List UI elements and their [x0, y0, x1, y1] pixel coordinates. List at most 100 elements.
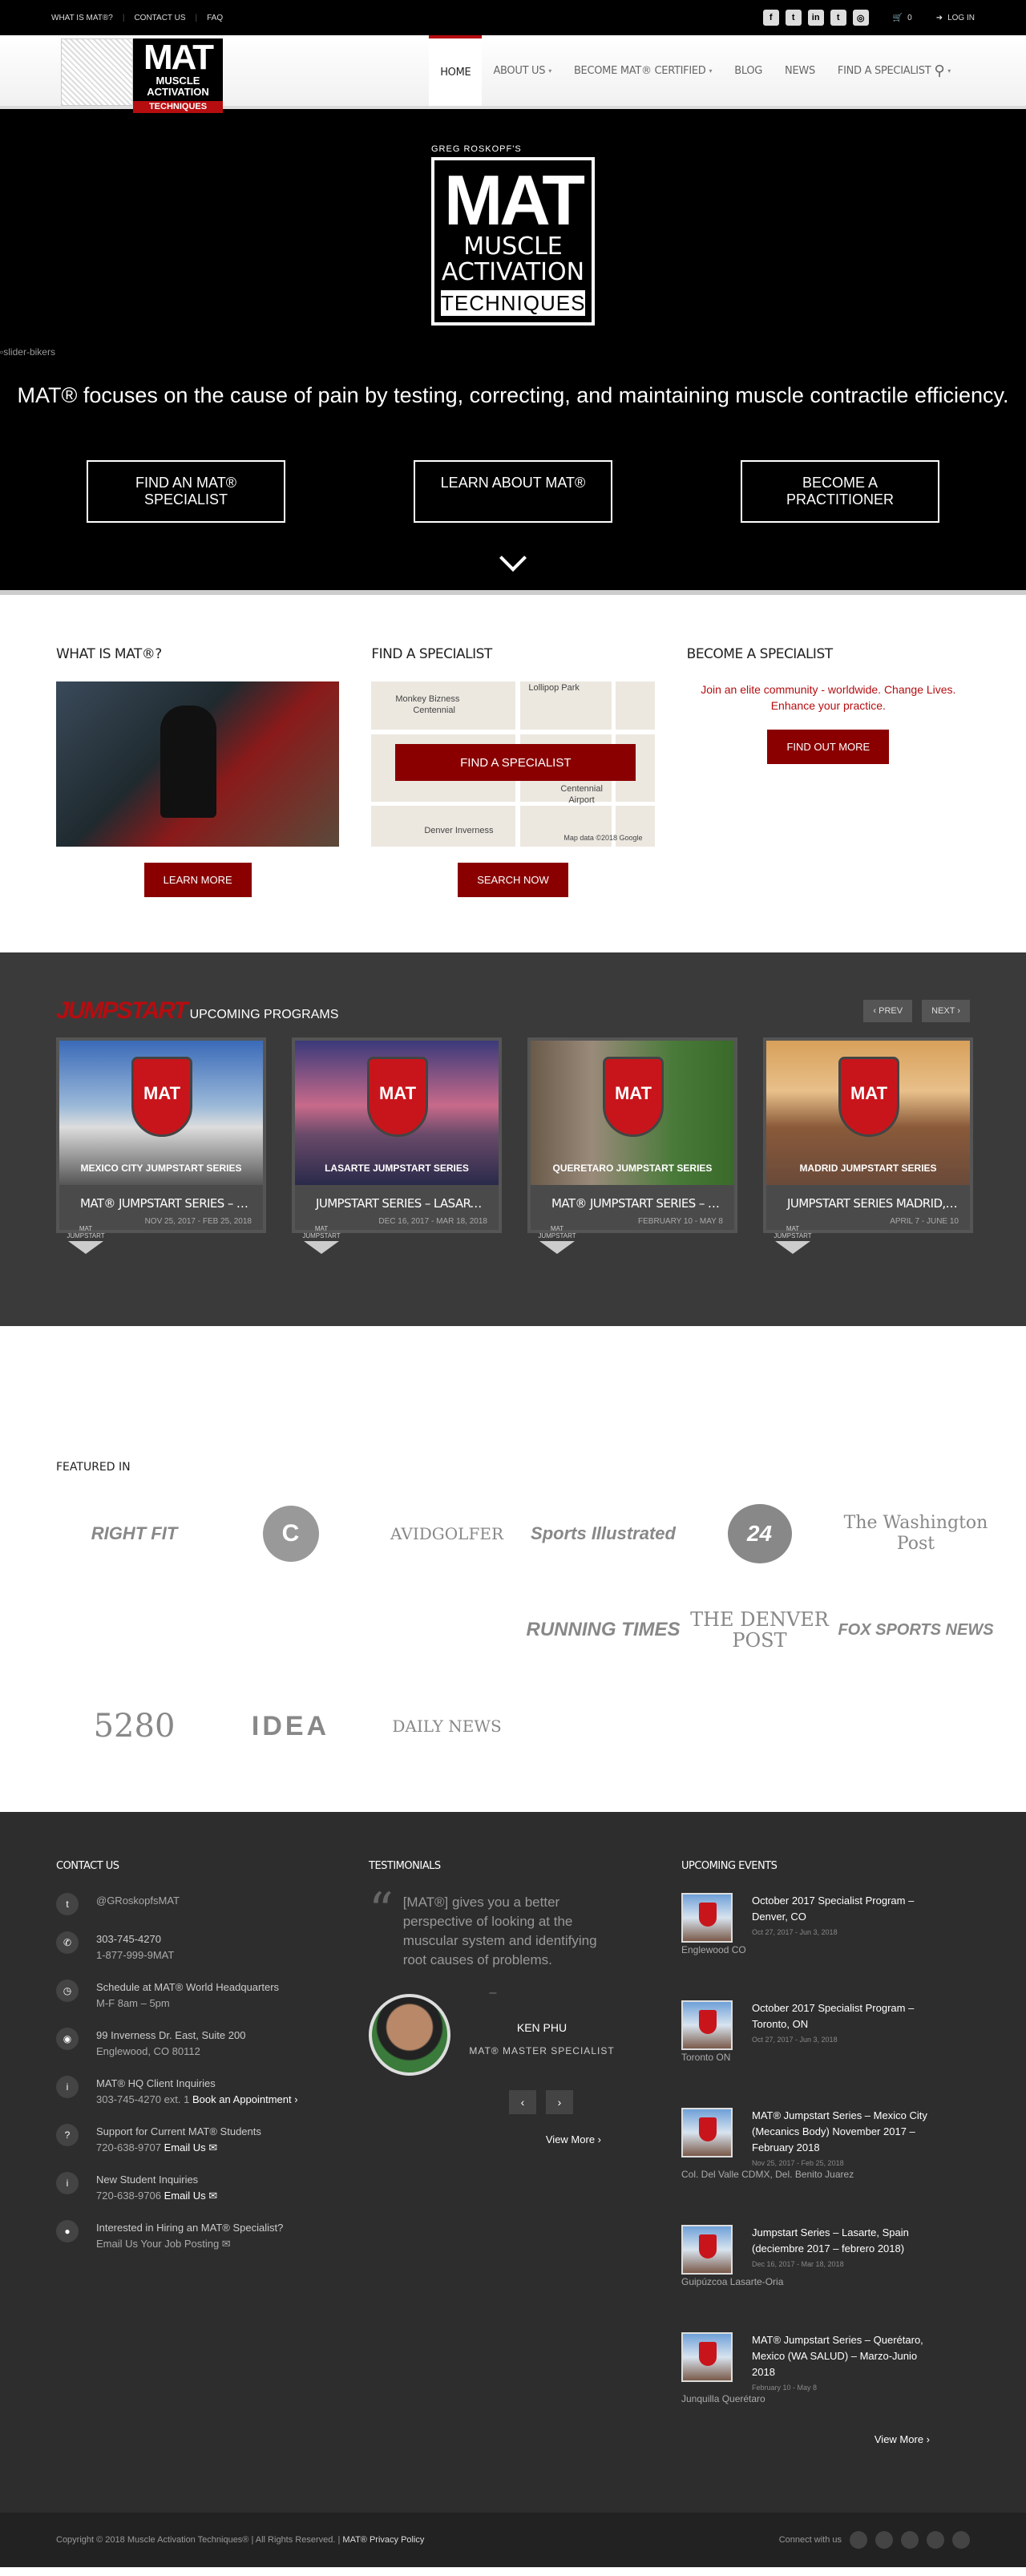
contact-line: Schedule at MAT® World Headquarters [96, 1980, 279, 1996]
map-find-specialist-button[interactable]: FIND A SPECIALIST [395, 744, 636, 781]
event-thumbnail [681, 2108, 733, 2157]
learn-about-button[interactable]: LEARN ABOUT MAT® [414, 460, 612, 523]
facebook-icon[interactable]: f [762, 10, 779, 26]
top-link-what-is-mat[interactable]: WHAT IS MAT®? [51, 14, 113, 22]
find-specialist-button[interactable]: FIND AN MAT® SPECIALIST [87, 460, 285, 523]
intro-columns: WHAT IS MAT®? LEARN MORE FIND A SPECIALI… [0, 595, 1026, 952]
event-row: October 2017 Specialist Program – Toront… [681, 2000, 930, 2050]
contact-row: i New Student Inquiries 720-638-9706 Email… [56, 2172, 305, 2204]
programs-title: JUMPSTART UPCOMING PROGRAMS [56, 997, 338, 1025]
nav-item-news[interactable]: NEWS [774, 35, 826, 106]
event-title[interactable]: MAT® Jumpstart Series – Querétaro, Mexic… [752, 2332, 930, 2380]
top-link-contact[interactable]: CONTACT US [134, 14, 185, 22]
jumpstart-badge: MAT JUMPSTART [537, 1225, 577, 1254]
contact-link[interactable]: Book an Appointment › [192, 2093, 298, 2105]
tumblr-icon[interactable]: t [830, 10, 846, 26]
next-testimonial-button[interactable]: › [546, 2090, 573, 2114]
nav-item-about[interactable]: ABOUT US ▾ [482, 35, 563, 106]
contact-line: New Student Inquiries [96, 2172, 217, 2188]
mat-shield-icon [699, 1903, 717, 1927]
hero-banner: GREG ROSKOPF'S MAT MUSCLE ACTIVATION TEC… [0, 109, 1026, 590]
event-item[interactable]: October 2017 Specialist Program – Toront… [681, 2000, 930, 2063]
event-date: Oct 27, 2017 - Jun 3, 2018 [752, 1928, 838, 1936]
search-icon[interactable]: ⚲ [934, 63, 944, 79]
next-button[interactable]: NEXT › [922, 1000, 970, 1022]
c-logo-mark: C [262, 1506, 319, 1562]
event-location: Col. Del Valle CDMX, Del. Benito Juarez [681, 2169, 854, 2180]
program-card[interactable]: MAT MADRID JUMPSTART SERIES JUMPSTART SERI… [763, 1037, 973, 1254]
login-label: LOG IN [947, 13, 975, 22]
tumblr-icon[interactable] [927, 2531, 944, 2549]
prev-button[interactable]: ‹ PREV [863, 1000, 913, 1022]
privacy-policy-link[interactable]: MAT® Privacy Policy [342, 2535, 424, 2545]
instagram-icon[interactable] [952, 2531, 970, 2549]
site-logo[interactable]: MAT MUSCLE ACTIVATION TECHNIQUES [133, 38, 223, 135]
event-title[interactable]: MAT® Jumpstart Series – Mexico City (Mec… [752, 2108, 930, 2156]
view-more-events-link[interactable]: View More › [681, 2433, 930, 2445]
event-info: MAT® Jumpstart Series – Querétaro, Mexic… [752, 2332, 930, 2392]
event-title[interactable]: October 2017 Specialist Program – Denver… [752, 1893, 930, 1925]
facebook-icon[interactable] [850, 2531, 867, 2549]
become-text[interactable]: Join an elite community - worldwide. Cha… [687, 681, 970, 714]
linkedin-icon[interactable]: in [807, 10, 824, 26]
map-label: Centennial [560, 784, 603, 794]
contact-line: @GRoskopfsMAT [96, 1893, 180, 1909]
column-title: WHAT IS MAT®? [56, 646, 162, 662]
find-out-more-button[interactable]: FIND OUT MORE [767, 730, 890, 764]
event-item[interactable]: Jumpstart Series – Lasarte, Spain (decie… [681, 2225, 930, 2287]
program-card-body: JUMPSTART SERIES MADRID, SPAIN (...APRIL… [766, 1185, 970, 1254]
program-card[interactable]: MAT LASARTE JUMPSTART SERIES JUMPSTART SER… [292, 1037, 502, 1254]
program-title[interactable]: JUMPSTART SERIES – LASARTE, SPAI... [306, 1196, 487, 1211]
map-label: Monkey Bizness [395, 694, 460, 704]
instagram-icon[interactable]: ◎ [852, 10, 869, 26]
what-is-mat-column: WHAT IS MAT®? LEARN MORE [56, 646, 340, 952]
scroll-down-icon[interactable] [499, 544, 527, 572]
event-item[interactable]: MAT® Jumpstart Series – Mexico City (Mec… [681, 2108, 930, 2180]
nav-item-home[interactable]: HOME [429, 35, 483, 106]
contact-link[interactable]: Email Us ✉ [164, 2190, 218, 2202]
chevron-down-icon [304, 1241, 339, 1254]
nav-item-blog[interactable]: BLOG [723, 35, 774, 106]
clock-icon: ◷ [56, 1980, 79, 2002]
linkedin-icon[interactable] [901, 2531, 919, 2549]
mat-shield-icon: MAT [603, 1057, 664, 1137]
twitter-icon[interactable] [875, 2531, 893, 2549]
program-title[interactable]: JUMPSTART SERIES MADRID, SPAIN (... [778, 1196, 959, 1211]
logo-line-2: ACTIVATION [147, 86, 209, 98]
24-logo-mark: 24 [727, 1504, 792, 1563]
program-title[interactable]: MAT® JUMPSTART SERIES – MEXIC... [71, 1196, 252, 1211]
event-title[interactable]: October 2017 Specialist Program – Toront… [752, 2000, 930, 2032]
event-row: October 2017 Specialist Program – Denver… [681, 1893, 930, 1943]
contact-text: 99 Inverness Dr. East, Suite 200 Englewoo… [96, 2028, 245, 2060]
program-title[interactable]: MAT® JUMPSTART SERIES – QUERE... [542, 1196, 723, 1211]
search-now-button[interactable]: SEARCH NOW [458, 863, 568, 897]
right-fit-logo: RIGHT FIT [91, 1523, 178, 1543]
event-item[interactable]: October 2017 Specialist Program – Denver… [681, 1893, 930, 1955]
program-card[interactable]: MAT MEXICO CITY JUMPSTART SERIES MAT® JUMP… [56, 1037, 266, 1254]
footer: CONTACT US t @GRoskopfsMAT ✆ 303-745-4270 1-… [0, 1812, 1026, 2513]
top-link-faq[interactable]: FAQ [207, 14, 223, 22]
map-attribution: Map data ©2018 Google [563, 834, 643, 842]
cart-link[interactable]: 🛒 0 [893, 14, 912, 22]
logo-figure-image[interactable] [61, 38, 133, 106]
chevron-down-icon: ▾ [548, 67, 551, 75]
quote-icon: “ [369, 1882, 394, 1939]
event-title[interactable]: Jumpstart Series – Lasarte, Spain (decie… [752, 2225, 930, 2257]
login-link[interactable]: ➜ LOG IN [936, 14, 975, 22]
event-item[interactable]: MAT® Jumpstart Series – Querétaro, Mexic… [681, 2332, 930, 2404]
fox-sports-logo: FOX SPORTS NEWS [838, 1620, 994, 1639]
twitter-icon[interactable]: t [785, 10, 802, 26]
specialist-map[interactable]: Lollipop Park Monkey Bizness Centennial … [371, 681, 655, 847]
prev-testimonial-button[interactable]: ‹ [509, 2090, 536, 2114]
author-info: KEN PHU MAT® MASTER SPECIALIST [467, 2021, 617, 2056]
become-practitioner-button[interactable]: BECOME A PRACTITIONER [741, 460, 939, 523]
contact-link[interactable]: Email Us ✉ [164, 2141, 218, 2153]
mat-shield-icon [699, 2010, 717, 2034]
view-more-testimonials-link[interactable]: View More › [369, 2133, 617, 2145]
nav-item-find-specialist[interactable]: FIND A SPECIALIST ⚲ ▾ [826, 35, 962, 106]
contact-line: M-F 8am – 5pm [96, 1996, 279, 2012]
learn-more-button[interactable]: LEARN MORE [143, 863, 252, 897]
program-card[interactable]: MAT QUERETARO JUMPSTART SERIES MAT® JUMPST… [527, 1037, 737, 1254]
nav-item-certified[interactable]: BECOME MAT® CERTIFIED ▾ [563, 35, 723, 106]
